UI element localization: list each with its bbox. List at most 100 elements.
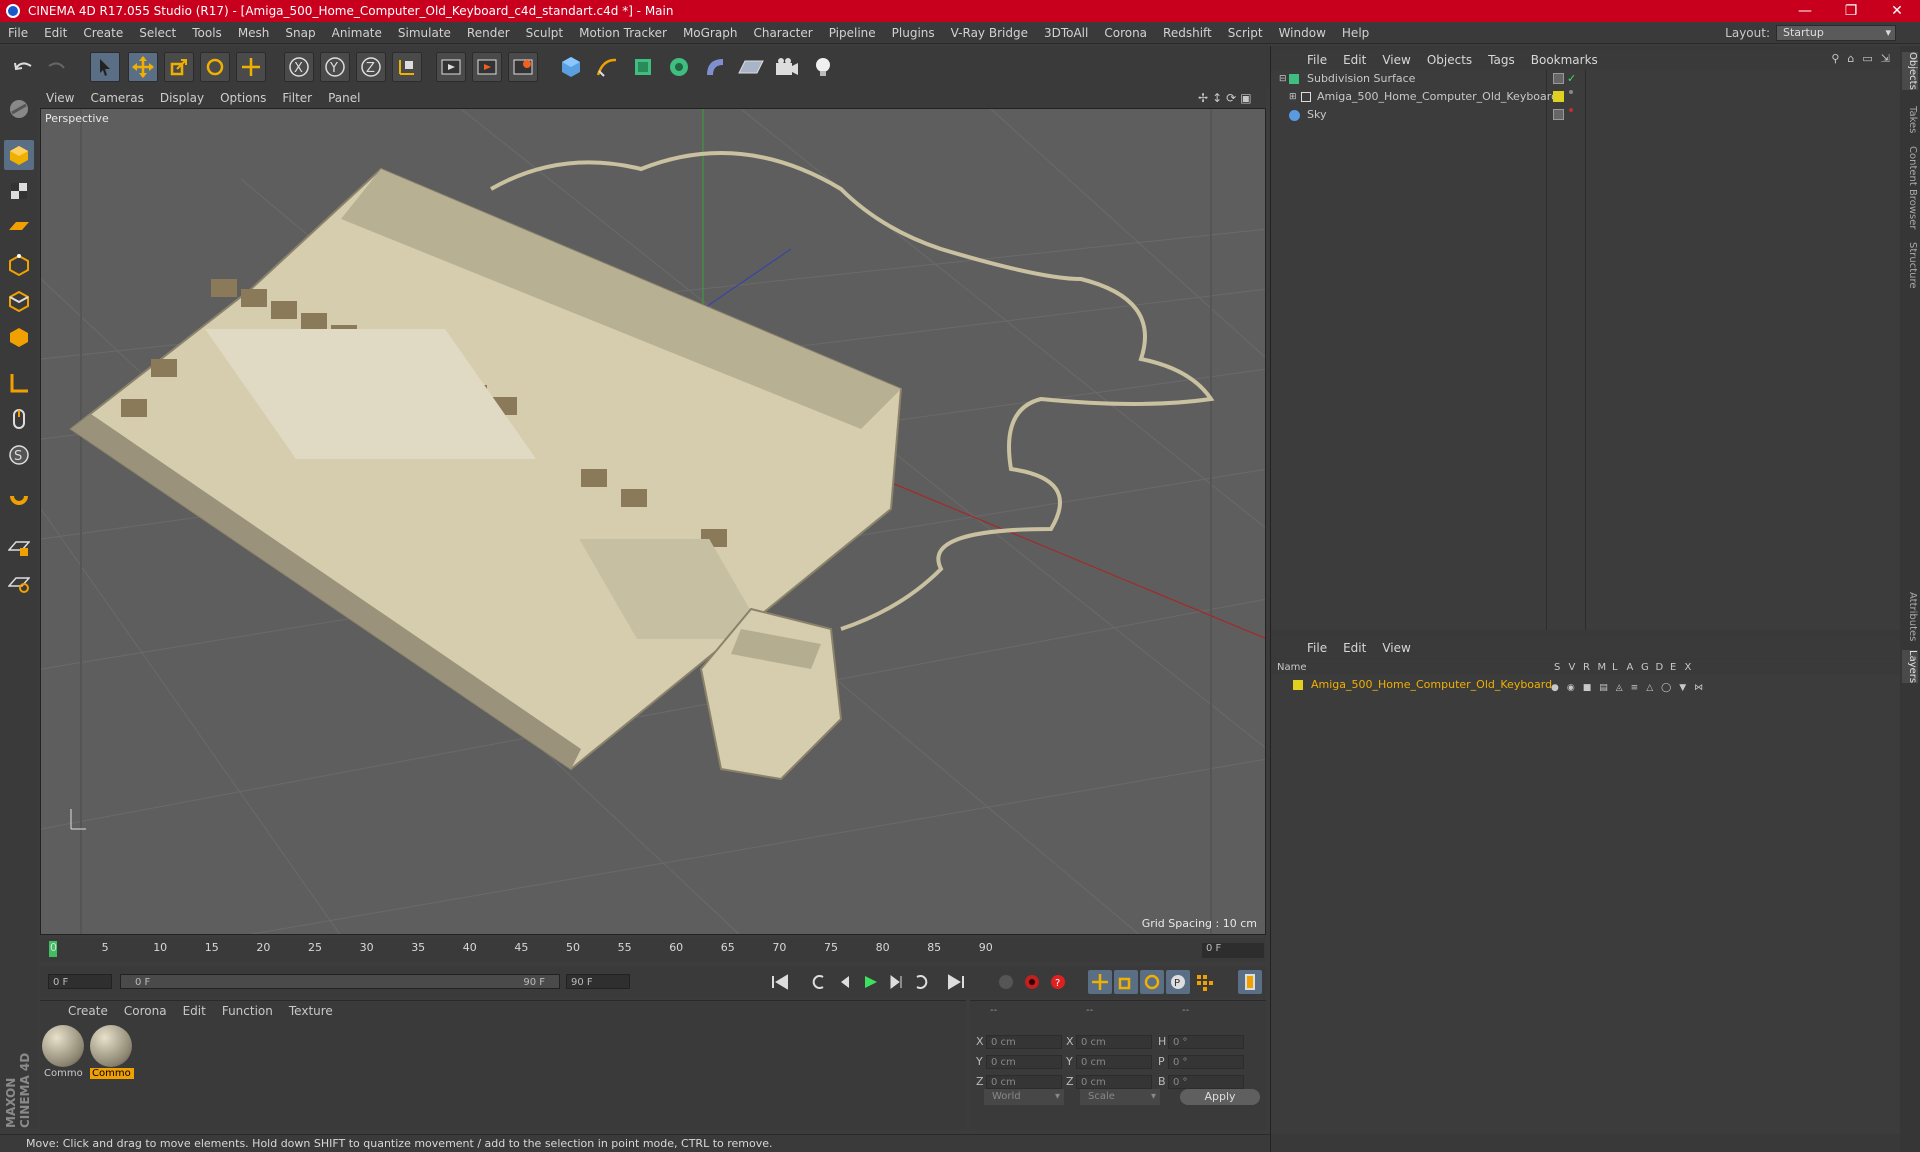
tab-structure[interactable]: Structure <box>1902 242 1918 289</box>
object-row[interactable]: ⊞ Amiga_500_Home_Computer_Old_Keyboard <box>1271 88 1901 106</box>
coord-value-field[interactable]: 0 cm <box>986 1075 1062 1089</box>
light-icon[interactable] <box>808 52 838 82</box>
menu-mograph[interactable]: MoGraph <box>675 26 746 40</box>
magnet-icon[interactable] <box>4 486 34 516</box>
autokey-icon[interactable]: ? <box>1046 970 1070 994</box>
redo-button[interactable] <box>42 52 72 82</box>
viewport-menu-panel[interactable]: Panel <box>320 91 368 105</box>
tab-attributes[interactable]: Attributes <box>1902 592 1918 641</box>
manager-icon[interactable]: ▤ <box>1599 679 1608 693</box>
menu-file[interactable]: File <box>0 26 36 40</box>
home-icon[interactable]: ⌂ <box>1847 52 1854 65</box>
layer-tag-icon[interactable] <box>1553 73 1564 84</box>
animation-icon[interactable]: ≡ <box>1631 679 1639 693</box>
search-icon[interactable]: ⚲ <box>1831 52 1839 65</box>
menu-script[interactable]: Script <box>1220 26 1271 40</box>
visible-icon[interactable]: ◉ <box>1567 679 1575 693</box>
points-mode-icon[interactable] <box>4 250 34 280</box>
go-to-start-button[interactable] <box>768 970 792 994</box>
key-pla-icon[interactable] <box>1192 970 1216 994</box>
menu-3dtoall[interactable]: 3DToAll <box>1036 26 1096 40</box>
expression-icon[interactable]: ▼ <box>1679 679 1686 693</box>
render-icon[interactable]: ■ <box>1583 679 1592 693</box>
menu-window[interactable]: Window <box>1271 26 1334 40</box>
menu-help[interactable]: Help <box>1334 26 1377 40</box>
frame-range-slider[interactable]: 0 F 90 F <box>120 974 560 989</box>
render-settings-button[interactable] <box>508 52 538 82</box>
tab-layers[interactable]: Layers <box>1902 650 1918 684</box>
coordinate-mode-dropdown[interactable]: World ▾ <box>984 1089 1064 1105</box>
menu-mesh[interactable]: Mesh <box>230 26 278 40</box>
play-button[interactable] <box>858 970 882 994</box>
cube-object-icon[interactable] <box>556 52 586 82</box>
lock-icon[interactable]: ◬ <box>1616 679 1623 693</box>
layer-color-icon[interactable] <box>1553 91 1564 102</box>
make-editable-icon[interactable] <box>4 94 34 124</box>
layer-flag-toggles[interactable]: ● ◉ ■ ▤ ◬ ≡ △ ◯ ▼ ⋈ <box>1551 679 1703 693</box>
menu-tools[interactable]: Tools <box>184 26 230 40</box>
previous-frame-button[interactable] <box>832 970 856 994</box>
key-position-icon[interactable] <box>1088 970 1112 994</box>
axis-mode-icon[interactable] <box>4 368 34 398</box>
material-menu-create[interactable]: Create <box>60 1004 116 1018</box>
tweak-mode-icon[interactable] <box>4 404 34 434</box>
layer-menu-edit[interactable]: Edit <box>1335 641 1374 655</box>
coord-value-field[interactable]: 0 ° <box>1168 1035 1244 1049</box>
snapping-icon[interactable]: S <box>4 440 34 470</box>
menu-create[interactable]: Create <box>75 26 131 40</box>
material-swatch[interactable]: Commo <box>42 1025 86 1081</box>
menu-motion-tracker[interactable]: Motion Tracker <box>571 26 675 40</box>
polygons-mode-icon[interactable] <box>4 322 34 352</box>
layer-flag-header[interactable]: D <box>1656 660 1664 675</box>
layer-flag-header[interactable]: V <box>1569 660 1576 675</box>
current-frame-field[interactable]: 0 F <box>1202 943 1264 958</box>
enabled-check-icon[interactable]: ✓ <box>1567 70 1576 88</box>
generator-icon[interactable]: △ <box>1646 679 1653 693</box>
restore-button[interactable]: ❐ <box>1828 0 1874 22</box>
menu-v-ray-bridge[interactable]: V-Ray Bridge <box>943 26 1036 40</box>
undo-button[interactable] <box>8 52 38 82</box>
render-view-button[interactable] <box>436 52 466 82</box>
material-menu-texture[interactable]: Texture <box>281 1004 341 1018</box>
coordinate-system-button[interactable] <box>392 52 422 82</box>
viewport-menu-display[interactable]: Display <box>152 91 212 105</box>
key-scale-icon[interactable] <box>1114 970 1138 994</box>
visibility-dot-icon[interactable] <box>1569 108 1573 112</box>
menu-plugins[interactable]: Plugins <box>884 26 943 40</box>
texture-mode-icon[interactable] <box>4 176 34 206</box>
cloner-icon[interactable] <box>664 52 694 82</box>
menu-redshift[interactable]: Redshift <box>1155 26 1220 40</box>
y-axis-lock-button[interactable]: Y <box>320 52 350 82</box>
object-row[interactable]: Sky <box>1271 106 1901 124</box>
material-menu-function[interactable]: Function <box>214 1004 281 1018</box>
deformer-icon[interactable] <box>700 52 730 82</box>
coord-value-field[interactable]: 0 ° <box>1168 1075 1244 1089</box>
object-menu-file[interactable]: File <box>1299 53 1335 67</box>
layer-menu-view[interactable]: View <box>1374 641 1418 655</box>
layer-flag-header[interactable]: M <box>1598 660 1607 675</box>
coord-value-field[interactable]: 0 cm <box>986 1035 1062 1049</box>
tab-objects[interactable]: Objects <box>1902 52 1918 90</box>
coord-value-field[interactable]: 0 cm <box>1076 1035 1152 1049</box>
object-row[interactable]: ⊟ Subdivision Surface ✓ <box>1271 70 1901 88</box>
deformer-icon[interactable]: ◯ <box>1661 679 1671 693</box>
object-menu-tags[interactable]: Tags <box>1480 53 1523 67</box>
menu-sculpt[interactable]: Sculpt <box>518 26 571 40</box>
visibility-dot-icon[interactable] <box>1569 90 1573 94</box>
expand-icon[interactable]: ⇲ <box>1881 52 1890 65</box>
layer-flag-header[interactable]: S <box>1554 660 1560 675</box>
layer-menu-file[interactable]: File <box>1299 641 1335 655</box>
object-menu-objects[interactable]: Objects <box>1419 53 1480 67</box>
next-key-button[interactable] <box>910 970 934 994</box>
viewport-menu-cameras[interactable]: Cameras <box>82 91 151 105</box>
menu-edit[interactable]: Edit <box>36 26 75 40</box>
perspective-viewport[interactable]: Perspective Grid Spacing : 10 cm <box>40 108 1266 935</box>
subdivision-surface-icon[interactable] <box>628 52 658 82</box>
layout-select[interactable]: Startup ▾ <box>1776 25 1896 41</box>
size-mode-dropdown[interactable]: Scale ▾ <box>1080 1089 1160 1105</box>
menu-corona[interactable]: Corona <box>1096 26 1155 40</box>
collapse-icon[interactable]: ⊟ <box>1279 70 1287 88</box>
object-menu-edit[interactable]: Edit <box>1335 53 1374 67</box>
coord-value-field[interactable]: 0 cm <box>1076 1055 1152 1069</box>
x-axis-lock-button[interactable]: X <box>284 52 314 82</box>
